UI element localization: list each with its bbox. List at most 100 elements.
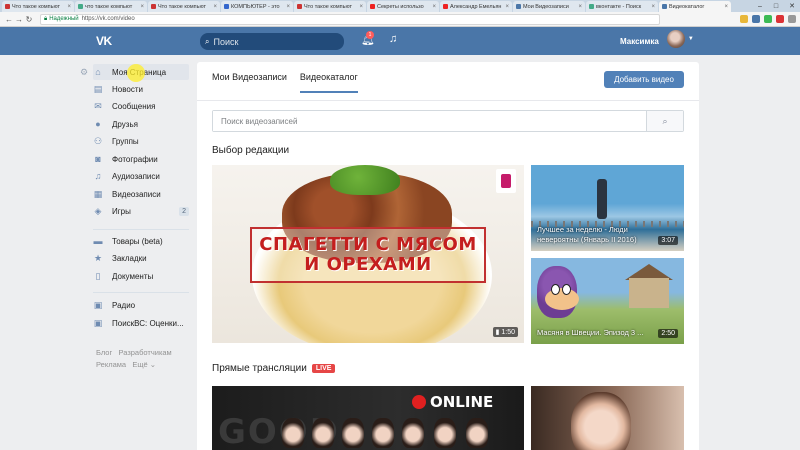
url-input[interactable]: 🔒︎ Надежный https://vk.com/video (40, 13, 660, 25)
browser-tab[interactable]: Секреты использо × (367, 1, 439, 12)
search-icon[interactable]: ⌕ (646, 111, 683, 131)
footer-link-blog[interactable]: Блог (96, 348, 112, 357)
close-tab-icon[interactable]: × (505, 4, 509, 10)
sidebar-item-label: Видеозаписи (112, 189, 161, 199)
gear-icon[interactable]: ⚙ (80, 67, 88, 78)
browser-tab-title: что такое компьют (85, 3, 133, 10)
close-tab-icon[interactable]: × (286, 4, 290, 10)
groups-icon: ⚇ (93, 135, 103, 146)
add-video-button[interactable]: Добавить видео (604, 71, 684, 88)
notification-badge: 1 (366, 31, 374, 39)
reload-icon[interactable]: ↻ (24, 15, 34, 24)
chevron-down-icon: ▼ (687, 36, 694, 42)
browser-tab[interactable]: Что такое компьют × (148, 1, 220, 12)
video-search-input[interactable] (213, 111, 646, 131)
video-title: Масяня в Швеции. Эпизод 3 ... (537, 328, 644, 337)
close-tab-icon[interactable]: × (432, 4, 436, 10)
address-bar: ← → ↻ 🔒︎ Надежный https://vk.com/video (0, 12, 800, 27)
sidebar-item[interactable]: ◙ Фотографии (93, 151, 189, 167)
maximize-icon[interactable]: □ (768, 0, 784, 12)
tab-my-videos[interactable]: Мои Видеозаписи (212, 72, 287, 93)
footer-link-more[interactable]: Ещё ⌄ (132, 360, 156, 369)
sidebar-item[interactable]: ★ Закладки (93, 250, 189, 266)
close-tab-icon[interactable]: × (578, 4, 582, 10)
browser-tab[interactable]: Что такое компьют × (2, 1, 74, 12)
video-thumbnail[interactable]: Масяня в Швеции. Эпизод 3 ... 2:50 (531, 258, 684, 344)
video-icon: ▦ (93, 188, 103, 199)
footer-link-developers[interactable]: Разработчикам (118, 348, 171, 357)
footer-link-ads[interactable]: Реклама (96, 360, 126, 369)
close-tab-icon[interactable]: × (213, 4, 217, 10)
music-icon: ♫ (94, 171, 102, 181)
sidebar-item[interactable]: ♫ Аудиозаписи (93, 168, 189, 184)
extension-icon[interactable] (752, 15, 760, 23)
sidebar-item-label: Группы (112, 136, 139, 146)
browser-tab-title: КОМПЬЮТЕР - это (231, 3, 280, 10)
close-tab-icon[interactable]: × (359, 4, 363, 10)
person-image (342, 418, 364, 448)
browser-tab[interactable]: Мои Видеозаписи × (513, 1, 585, 12)
back-icon[interactable]: ← (4, 15, 14, 24)
sidebar-item[interactable]: ● Друзья (93, 116, 189, 132)
sidebar-item[interactable]: ▤ Новости (93, 81, 189, 97)
sidebar-item[interactable]: ◈ Игры 2 (93, 203, 189, 219)
browser-tab[interactable]: Александр Емельян × (440, 1, 512, 12)
sidebar-item[interactable]: ▦ Видеозаписи (93, 186, 189, 202)
browser-tab[interactable]: КОМПЬЮТЕР - это × (221, 1, 293, 12)
sidebar-item[interactable]: ✉ Сообщения (93, 98, 189, 114)
sidebar-item[interactable]: ▯ Документы (93, 268, 189, 284)
browser-tab[interactable]: Видеокаталог × (659, 1, 731, 12)
extension-icon[interactable] (764, 15, 772, 23)
favicon-icon (5, 4, 10, 9)
browser-tab-title: Секреты использо (377, 3, 424, 10)
close-tab-icon[interactable]: × (724, 4, 728, 10)
messages-icon: ✉ (94, 100, 102, 111)
lock-icon: 🔒︎ (44, 15, 48, 22)
sidebar-item-label: Друзья (112, 119, 138, 129)
person-image (282, 418, 304, 448)
browser-tab[interactable]: что такое компьют × (75, 1, 147, 12)
browser-tab-title: вконтакте - Поиск (596, 3, 642, 10)
favicon-icon (589, 4, 594, 9)
minimize-icon[interactable]: – (752, 0, 768, 12)
close-tab-icon[interactable]: × (651, 4, 655, 10)
extension-icon[interactable] (776, 15, 784, 23)
header-search-input[interactable] (213, 36, 324, 47)
browser-tab[interactable]: Что такое компьют × (294, 1, 366, 12)
market-icon: ▬ (93, 236, 103, 246)
forward-icon[interactable]: → (14, 15, 24, 24)
video-thumbnail[interactable]: Лучшее за неделю - Люди невероятны (Янва… (531, 165, 684, 251)
favicon-icon (224, 4, 229, 9)
vk-logo[interactable]: VK (96, 34, 112, 48)
live-stream-thumbnail[interactable]: GOOD ONLINE (212, 386, 524, 450)
close-icon[interactable]: ✕ (784, 0, 800, 12)
video-search: ⌕ (212, 110, 684, 132)
record-dot-icon (412, 395, 426, 409)
live-streams-title: Прямые трансляции LIVE (212, 363, 336, 374)
notifications-button[interactable]: 🔔︎ 1 (361, 31, 375, 46)
live-stream-thumbnail[interactable] (531, 386, 684, 450)
channel-logo-icon (496, 169, 516, 193)
cartoon-eye-image (562, 284, 571, 295)
sidebar-item[interactable]: ⚇ Группы (93, 133, 189, 149)
featured-video-thumbnail[interactable]: СПАГЕТТИ С МЯСОМ И ОРЕХАМИ ▮ 1:50 (212, 165, 524, 343)
header-search[interactable]: ⌕ (200, 33, 344, 50)
tab-video-catalog[interactable]: Видеокаталог (299, 72, 358, 93)
sidebar-item[interactable]: ▣ Радио (93, 297, 189, 313)
close-tab-icon[interactable]: × (67, 4, 71, 10)
user-menu[interactable]: Максимка ▼ (620, 30, 694, 48)
news-icon: ▤ (93, 83, 103, 94)
browser-tab-title: Что такое компьют (158, 3, 207, 10)
sidebar-item[interactable]: ▬ Товары (beta) (93, 233, 189, 249)
sidebar-item[interactable]: ▣ ПоискВС: Оценки... (93, 315, 189, 331)
person-image (597, 179, 607, 219)
house-image (629, 278, 669, 308)
browser-tab-title: Александр Емельян (450, 3, 502, 10)
menu-icon[interactable] (788, 15, 796, 23)
extension-icon[interactable] (740, 15, 748, 23)
sidebar-item-label: ПоискВС: Оценки... (112, 318, 184, 328)
browser-tab[interactable]: вконтакте - Поиск × (586, 1, 658, 12)
close-tab-icon[interactable]: × (140, 4, 144, 10)
music-button[interactable]: ♫ (389, 33, 397, 45)
games-icon: ◈ (94, 205, 102, 216)
